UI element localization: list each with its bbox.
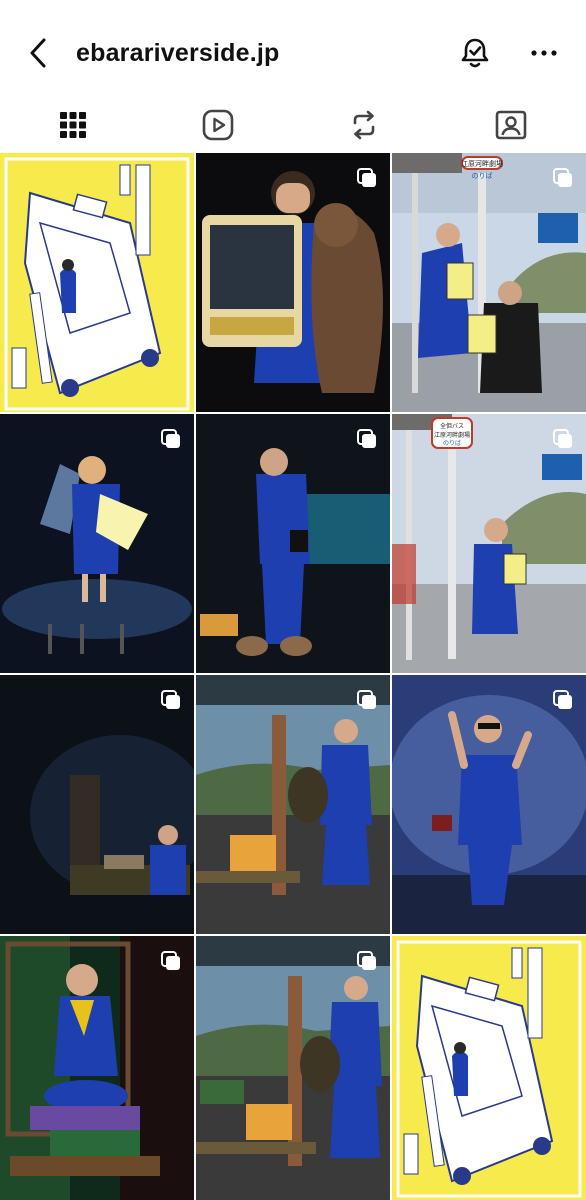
profile-header: ebarariverside.jp	[0, 0, 586, 100]
post-image	[0, 936, 194, 1200]
post-image: 全但バス 江原河畔劇場 のりば	[392, 414, 586, 673]
carousel-icon	[357, 429, 376, 448]
back-button[interactable]	[24, 36, 54, 70]
post-image	[0, 675, 194, 934]
post-tile-10[interactable]	[0, 936, 194, 1200]
bell-check-icon	[461, 38, 489, 68]
carousel-icon	[553, 690, 572, 709]
carousel-icon	[357, 951, 376, 970]
grid-icon	[60, 112, 86, 138]
post-tile-2[interactable]	[196, 153, 390, 412]
post-image	[196, 936, 390, 1200]
post-tile-8[interactable]	[196, 675, 390, 934]
notifications-button[interactable]	[458, 36, 492, 70]
post-image	[0, 414, 194, 673]
post-image	[392, 675, 586, 934]
more-options-button[interactable]	[530, 40, 558, 66]
poster-image	[392, 936, 586, 1200]
post-image	[196, 414, 390, 673]
profile-tabs	[0, 100, 586, 250]
post-tile-9[interactable]	[392, 675, 586, 934]
carousel-icon	[357, 690, 376, 709]
poster-image	[0, 153, 194, 412]
bus-company-name: 全但バス	[440, 422, 464, 430]
post-tile-5[interactable]	[196, 414, 390, 673]
bus-stop-label: のりば	[472, 171, 493, 180]
post-tile-3[interactable]: 江原河畔劇場 のりば	[392, 153, 586, 412]
posts-grid: 江原河畔劇場 のりば 全但バス 江原河畔劇場 のりば	[0, 153, 586, 1200]
tagged-person-icon	[495, 110, 527, 140]
tab-posts[interactable]	[25, 100, 121, 150]
carousel-icon	[161, 951, 180, 970]
post-tile-4[interactable]	[0, 414, 194, 673]
post-tile-7[interactable]	[0, 675, 194, 934]
repost-icon	[353, 110, 375, 140]
tab-tagged[interactable]	[463, 100, 559, 150]
bus-stop-name: 江原河畔劇場	[434, 431, 470, 439]
carousel-icon	[161, 429, 180, 448]
post-image	[196, 153, 390, 412]
post-tile-12[interactable]	[392, 936, 586, 1200]
post-image: 江原河畔劇場 のりば	[392, 153, 586, 412]
carousel-icon	[161, 690, 180, 709]
bus-stop-label: のりば	[443, 439, 461, 447]
chevron-left-icon	[30, 38, 46, 68]
reels-play-icon	[202, 109, 234, 141]
tab-reels[interactable]	[170, 100, 266, 150]
carousel-icon	[553, 429, 572, 448]
bus-stop-name: 江原河畔劇場	[461, 159, 503, 168]
page-title: ebarariverside.jp	[76, 39, 280, 67]
post-image	[196, 675, 390, 934]
post-tile-6[interactable]: 全但バス 江原河畔劇場 のりば	[392, 414, 586, 673]
tab-reposts[interactable]	[316, 100, 412, 150]
post-tile-11[interactable]	[196, 936, 390, 1200]
carousel-icon	[553, 168, 572, 187]
more-horizontal-icon	[531, 50, 557, 56]
post-tile-1[interactable]	[0, 153, 194, 412]
carousel-icon	[357, 168, 376, 187]
